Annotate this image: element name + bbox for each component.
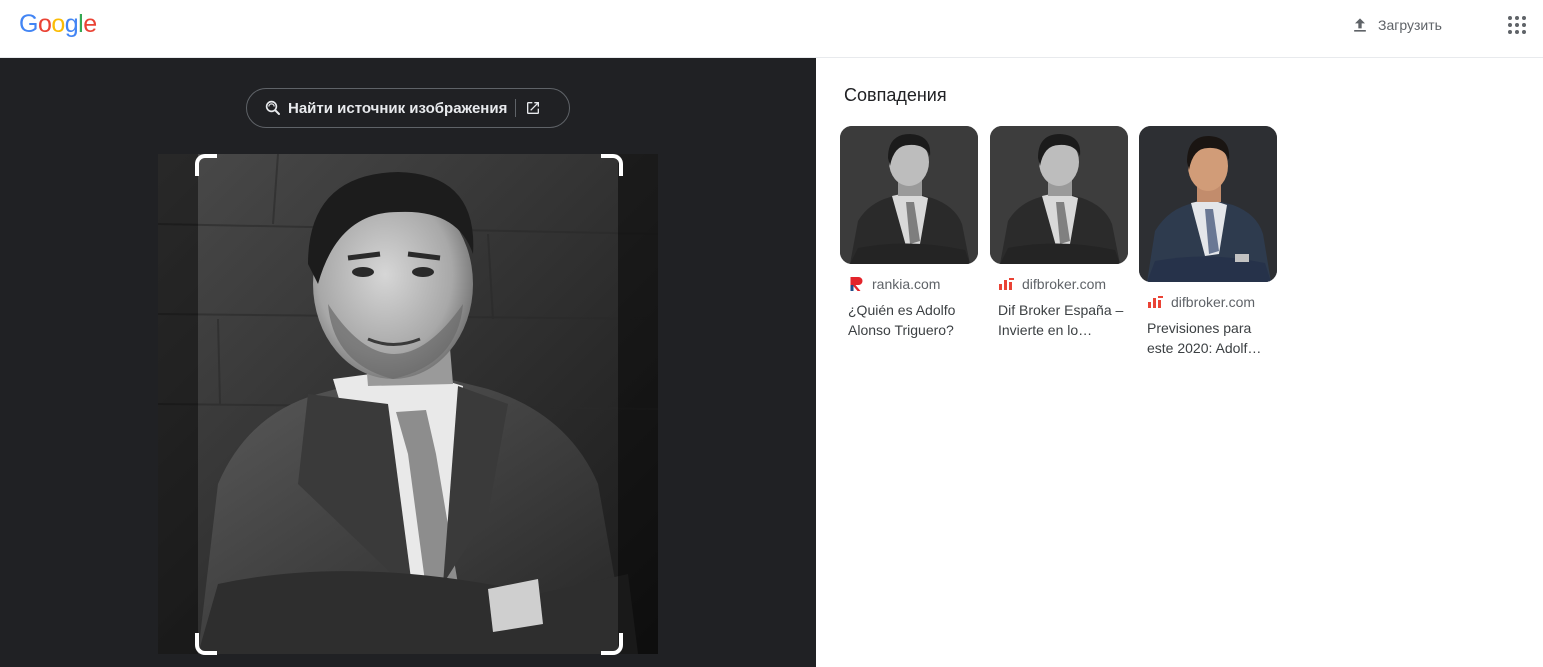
portrait-photo <box>158 154 658 654</box>
button-divider <box>515 99 517 117</box>
upload-label: Загрузить <box>1378 17 1442 33</box>
result-card[interactable]: rankia.com ¿Quién es Adolfo Alonso Trigu… <box>840 126 978 340</box>
result-source[interactable]: difbroker.com <box>990 276 1128 292</box>
crop-dim-right <box>618 154 658 654</box>
crop-handle-top-left[interactable] <box>195 154 217 176</box>
find-source-label: Найти источник изображения <box>288 99 508 117</box>
logo-letter: g <box>64 10 79 38</box>
image-viewer-pane: Найти источник изображения <box>0 58 816 667</box>
open-in-new-icon <box>527 102 540 114</box>
logo-letter: o <box>51 10 65 38</box>
result-site: difbroker.com <box>1022 276 1107 292</box>
crop-handle-bottom-left[interactable] <box>195 633 217 655</box>
result-image <box>840 126 978 264</box>
result-thumbnail[interactable] <box>840 126 978 264</box>
logo-letter: e <box>83 10 97 38</box>
result-thumbnail[interactable] <box>1139 126 1277 282</box>
result-caption[interactable]: ¿Quién es Adolfo Alonso Triguero? <box>840 300 978 340</box>
top-bar: Google Загрузить <box>0 0 1543 58</box>
query-image[interactable] <box>158 154 658 654</box>
result-image <box>990 126 1128 264</box>
upload-icon <box>1354 18 1366 32</box>
logo-letter: G <box>19 10 38 38</box>
apps-grid-icon <box>1508 16 1526 34</box>
result-caption[interactable]: Dif Broker España – Invierte en lo… <box>990 300 1128 340</box>
result-thumbnail[interactable] <box>990 126 1128 264</box>
find-source-button[interactable]: Найти источник изображения <box>246 88 570 128</box>
results-pane: Совпадения rankia.com ¿Quién es Adolfo A… <box>816 58 1543 667</box>
crop-dim-left <box>158 154 198 654</box>
result-image <box>1139 126 1277 282</box>
difbroker-logo-icon <box>1148 296 1163 308</box>
rankia-logo-icon <box>850 277 863 291</box>
google-logo[interactable]: Google <box>19 10 97 39</box>
result-source[interactable]: difbroker.com <box>1139 294 1277 310</box>
result-site: difbroker.com <box>1171 294 1256 310</box>
apps-button[interactable] <box>1505 13 1529 37</box>
crop-handle-top-right[interactable] <box>601 154 623 176</box>
lens-search-icon <box>265 100 280 115</box>
upload-button[interactable]: Загрузить <box>1350 12 1442 38</box>
results-title: Совпадения <box>844 85 947 105</box>
crop-handle-bottom-right[interactable] <box>601 633 623 655</box>
logo-letter: o <box>37 10 52 38</box>
result-card[interactable]: difbroker.com Previsiones para este 2020… <box>1139 126 1277 358</box>
result-caption[interactable]: Previsiones para este 2020: Adolf… <box>1139 318 1277 358</box>
result-source[interactable]: rankia.com <box>840 276 978 292</box>
result-card[interactable]: difbroker.com Dif Broker España – Invier… <box>990 126 1128 340</box>
difbroker-logo-icon <box>999 278 1014 290</box>
result-site: rankia.com <box>872 276 941 292</box>
